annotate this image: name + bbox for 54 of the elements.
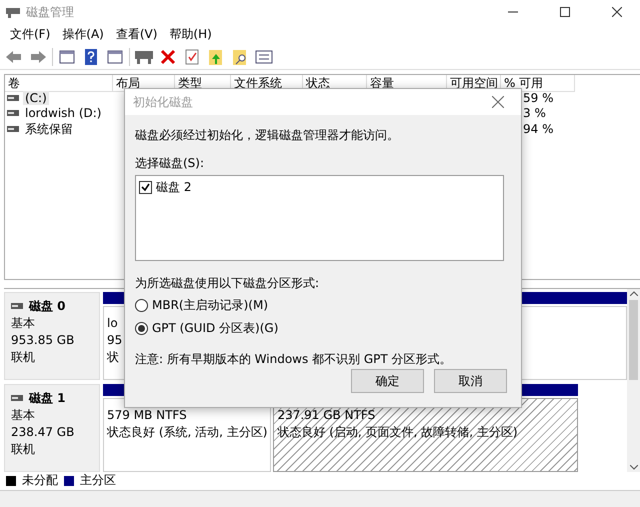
app-icon xyxy=(6,6,20,18)
menu-item[interactable]: 帮助(H) xyxy=(163,26,218,44)
disk-status: 联机 xyxy=(11,348,36,366)
cancel-button[interactable]: 取消 xyxy=(434,369,507,393)
partition-text: 状 xyxy=(107,348,119,366)
scroll-down-icon[interactable] xyxy=(630,464,638,470)
partition-text: 237.91 GB NTFS xyxy=(277,406,376,424)
table-cell-text: 59 % xyxy=(522,91,554,106)
drive-icon xyxy=(11,302,23,309)
table-cell-text: 94 % xyxy=(522,122,554,136)
drive-icon xyxy=(7,126,19,132)
radio-label: MBR(主启动记录)(M) xyxy=(152,297,268,314)
table-cell-text: 3 % xyxy=(522,106,547,120)
dialog-title: 初始化磁盘 xyxy=(133,94,194,110)
disk-type: 基本 xyxy=(11,406,36,424)
volume-name[interactable]: (C:) xyxy=(23,91,49,106)
partition-text: 579 MB NTFS xyxy=(107,406,187,424)
drive-icon xyxy=(7,110,19,116)
scroll-up-icon[interactable] xyxy=(630,290,638,296)
volume-name[interactable]: 系统保留 xyxy=(23,120,75,138)
menu-item[interactable]: 操作(A) xyxy=(56,26,110,44)
drive-icon xyxy=(7,95,19,102)
checkbox-label: 磁盘 2 xyxy=(156,179,192,196)
radio-label: GPT (GUID 分区表)(G) xyxy=(152,320,278,337)
volume-name[interactable]: lordwish (D:) xyxy=(23,106,104,120)
note-text: 注意: 所有早期版本的 Windows 都不识别 GPT 分区形式。 xyxy=(135,351,453,367)
disk-size: 238.47 GB xyxy=(11,424,76,441)
radio-button[interactable] xyxy=(135,322,148,335)
ok-button[interactable]: 确定 xyxy=(351,369,424,393)
close-icon xyxy=(612,7,622,17)
disk-size: 953.85 GB xyxy=(11,332,76,349)
maximize-icon xyxy=(560,7,570,17)
legend-label: 主分区 xyxy=(80,472,116,490)
partition-text: 状态良好 (启动, 页面文件, 故障转储, 主分区) xyxy=(277,424,518,441)
disk-type: 基本 xyxy=(11,314,36,332)
disk-name: 磁盘 1 xyxy=(29,390,66,407)
close-icon xyxy=(492,96,504,108)
partition-text: 95 xyxy=(107,332,122,349)
disk-list[interactable]: 磁盘 2 xyxy=(135,175,504,261)
partition-text: lo xyxy=(107,314,118,332)
window-title: 磁盘管理 xyxy=(26,4,75,20)
partition-style-label: 为所选磁盘使用以下磁盘分区形式: xyxy=(135,275,320,291)
menu-item[interactable]: 文件(F) xyxy=(4,26,56,44)
disk-name: 磁盘 0 xyxy=(29,298,66,315)
menu-item[interactable]: 查看(V) xyxy=(110,26,164,44)
checkbox[interactable] xyxy=(139,181,152,194)
partition-text: 状态良好 (系统, 活动, 主分区) xyxy=(107,424,268,441)
drive-icon xyxy=(11,394,23,401)
disk-list-label: 选择磁盘(S): xyxy=(135,155,206,171)
disk-status: 联机 xyxy=(11,440,36,458)
dialog-message: 磁盘必须经过初始化，逻辑磁盘管理器才能访问。 xyxy=(135,127,400,143)
legend-label: 未分配 xyxy=(22,472,58,490)
scrollbar[interactable] xyxy=(627,288,640,472)
radio-button[interactable] xyxy=(135,299,148,312)
